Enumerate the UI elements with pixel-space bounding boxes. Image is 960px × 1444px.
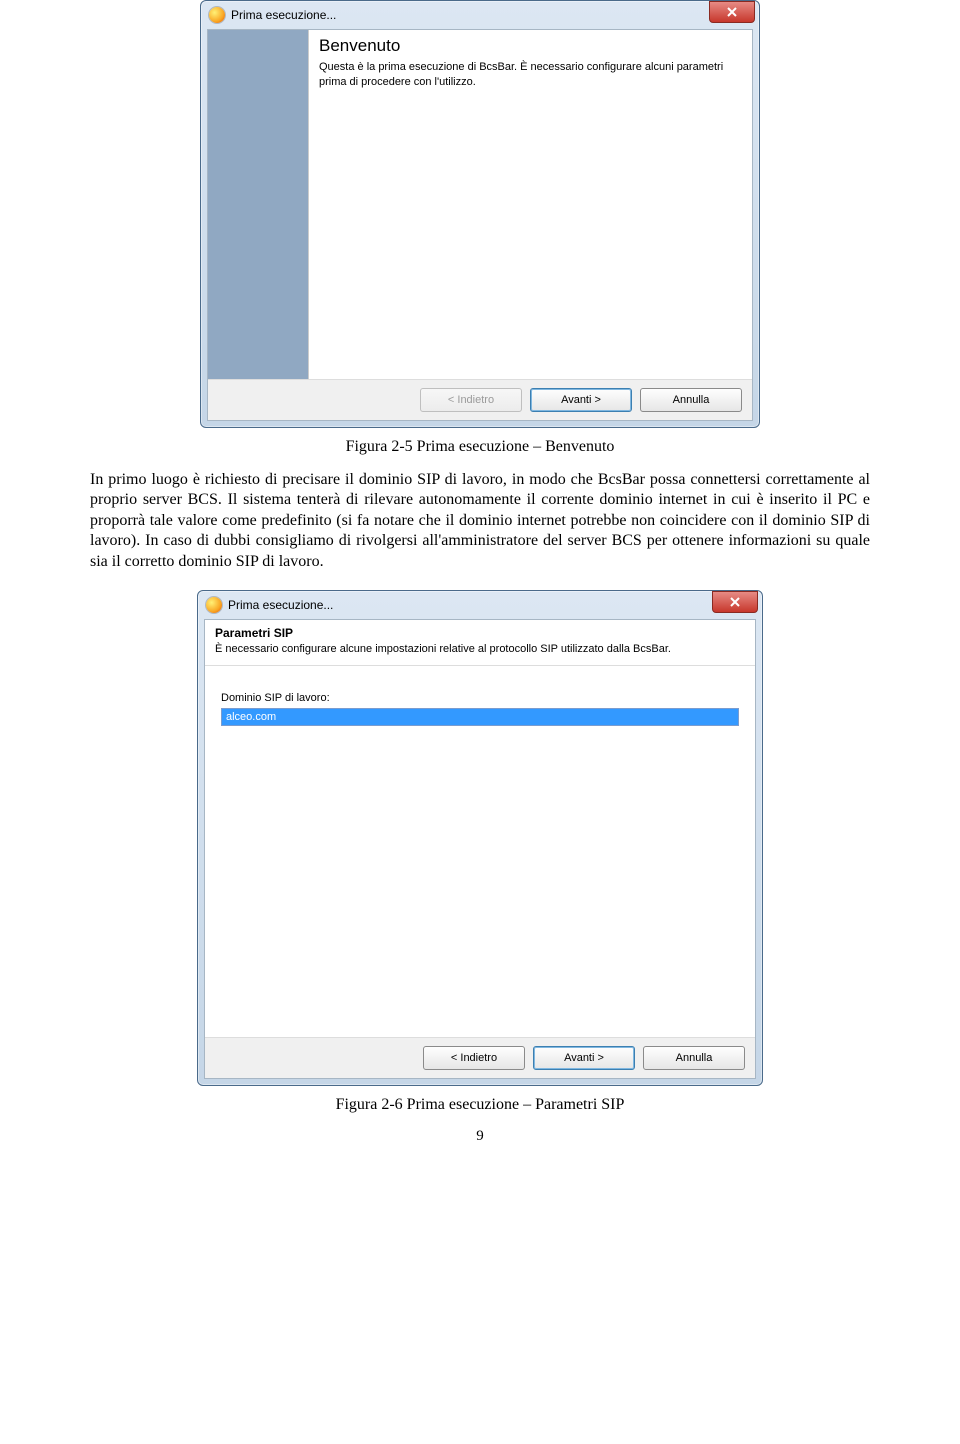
close-button[interactable] xyxy=(712,591,758,613)
titlebar[interactable]: Prima esecuzione... xyxy=(201,1,759,29)
back-button[interactable]: < Indietro xyxy=(423,1046,525,1070)
next-button[interactable]: Avanti > xyxy=(533,1046,635,1070)
titlebar[interactable]: Prima esecuzione... xyxy=(198,591,762,619)
next-button[interactable]: Avanti > xyxy=(530,388,632,412)
wizard-dialog-sip: Prima esecuzione... Parametri SIP È nece… xyxy=(197,590,763,1086)
sip-domain-input[interactable] xyxy=(221,708,739,726)
back-button: < Indietro xyxy=(420,388,522,412)
page-number: 9 xyxy=(90,1128,870,1145)
close-icon xyxy=(730,597,740,607)
wizard-side-panel xyxy=(208,30,309,379)
wizard-header: Parametri SIP È necessario configurare a… xyxy=(205,620,755,666)
close-icon xyxy=(727,7,737,17)
body-paragraph: In primo luogo è richiesto di precisare … xyxy=(90,470,870,572)
welcome-body: Questa è la prima esecuzione di BcsBar. … xyxy=(319,60,740,90)
wizard-step-desc: È necessario configurare alcune impostaz… xyxy=(215,643,743,655)
window-title: Prima esecuzione... xyxy=(231,8,709,22)
wizard-step-title: Parametri SIP xyxy=(215,626,743,640)
cancel-button[interactable]: Annulla xyxy=(643,1046,745,1070)
figure-caption-2: Figura 2-6 Prima esecuzione – Parametri … xyxy=(90,1096,870,1114)
sip-domain-label: Dominio SIP di lavoro: xyxy=(221,692,739,704)
welcome-heading: Benvenuto xyxy=(319,36,740,56)
figure-caption-1: Figura 2-5 Prima esecuzione – Benvenuto xyxy=(90,438,870,456)
app-icon xyxy=(206,597,222,613)
cancel-button[interactable]: Annulla xyxy=(640,388,742,412)
wizard-button-row: < Indietro Avanti > Annulla xyxy=(208,379,752,420)
wizard-button-row: < Indietro Avanti > Annulla xyxy=(205,1037,755,1078)
app-icon xyxy=(209,7,225,23)
close-button[interactable] xyxy=(709,1,755,23)
wizard-dialog-welcome: Prima esecuzione... Benvenuto Questa è l… xyxy=(200,0,760,428)
window-title: Prima esecuzione... xyxy=(228,598,712,612)
